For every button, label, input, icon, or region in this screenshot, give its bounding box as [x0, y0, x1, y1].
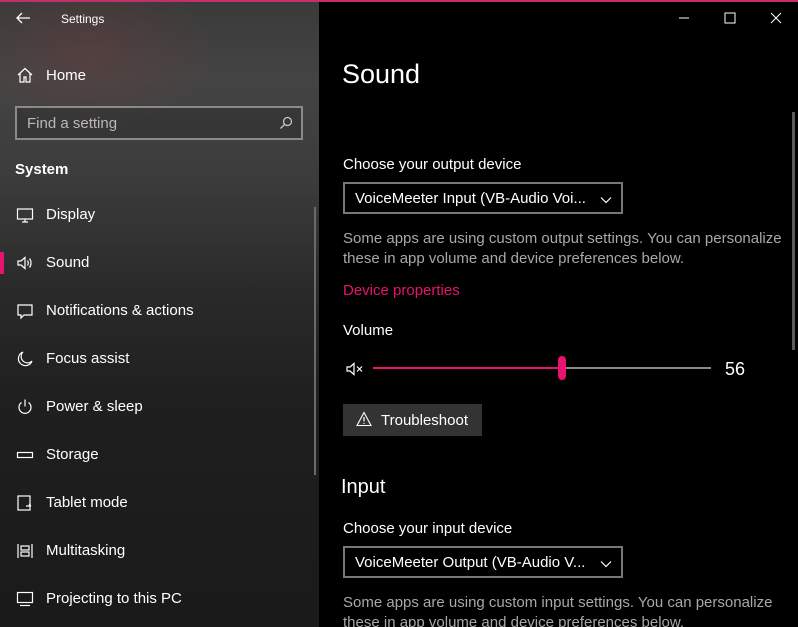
- sidebar-item-label: Sound: [46, 254, 90, 271]
- sidebar-item-label: Multitasking: [46, 542, 126, 559]
- volume-label: Volume: [343, 322, 394, 339]
- multitasking-icon: [16, 542, 34, 560]
- window-accent-border: [0, 0, 798, 2]
- sidebar-item-power-sleep[interactable]: Power & sleep: [0, 387, 319, 427]
- search-icon[interactable]: [279, 116, 293, 130]
- sidebar-item-label: Focus assist: [46, 350, 130, 367]
- minimize-icon[interactable]: [676, 10, 692, 26]
- sidebar-item-label: Display: [46, 206, 96, 223]
- app-title: Settings: [61, 12, 105, 26]
- output-device-dropdown[interactable]: VoiceMeeter Input (VB-Audio Voi...: [343, 182, 623, 214]
- input-device-label: Choose your input device: [343, 520, 513, 537]
- sidebar-item-label: Power & sleep: [46, 398, 143, 415]
- home-label: Home: [46, 67, 87, 84]
- title-bar: Settings: [0, 2, 319, 36]
- chevron-down-icon: [600, 193, 612, 205]
- storage-icon: [16, 446, 34, 464]
- chevron-down-icon: [600, 557, 612, 569]
- close-icon[interactable]: [768, 10, 784, 26]
- troubleshoot-label: Troubleshoot: [381, 412, 468, 429]
- speaker-icon: [16, 254, 34, 272]
- search-input[interactable]: Find a setting: [15, 106, 303, 140]
- device-properties-link[interactable]: Device properties: [343, 282, 460, 299]
- home-icon: [16, 66, 34, 84]
- back-arrow-icon[interactable]: [14, 9, 32, 27]
- output-device-label: Choose your output device: [343, 156, 522, 173]
- output-description: Some apps are using custom output settin…: [343, 230, 782, 267]
- warning-icon: [356, 411, 372, 427]
- volume-slider-fill: [373, 367, 563, 369]
- input-device-value: VoiceMeeter Output (VB-Audio V...: [355, 554, 586, 571]
- moon-icon: [16, 350, 34, 368]
- nav-home[interactable]: Home: [0, 59, 319, 91]
- sidebar-item-label: Notifications & actions: [46, 302, 194, 319]
- input-description: Some apps are using custom input setting…: [343, 594, 773, 627]
- input-section-title: Input: [341, 476, 386, 498]
- output-device-value: VoiceMeeter Input (VB-Audio Voi...: [355, 190, 586, 207]
- sidebar-item-projecting[interactable]: Projecting to this PC: [0, 579, 319, 619]
- troubleshoot-button[interactable]: Troubleshoot: [343, 404, 482, 436]
- sidebar-item-multitasking[interactable]: Multitasking: [0, 531, 319, 571]
- sidebar-item-storage[interactable]: Storage: [0, 435, 319, 475]
- sidebar-item-tablet-mode[interactable]: Tablet mode: [0, 483, 319, 523]
- sidebar-item-notifications[interactable]: Notifications & actions: [0, 291, 319, 331]
- sidebar: Settings Home Find a setting System Disp…: [0, 2, 319, 627]
- section-title-system: System: [15, 161, 69, 178]
- sidebar-item-label: Tablet mode: [46, 494, 128, 511]
- sidebar-item-label: Storage: [46, 446, 99, 463]
- sidebar-item-label: Projecting to this PC: [46, 590, 182, 607]
- monitor-icon: [16, 206, 34, 224]
- input-device-dropdown[interactable]: VoiceMeeter Output (VB-Audio V...: [343, 546, 623, 578]
- tablet-icon: [16, 494, 34, 512]
- search-placeholder: Find a setting: [27, 115, 118, 132]
- sidebar-scrollbar[interactable]: [314, 207, 316, 475]
- maximize-icon[interactable]: [722, 10, 738, 26]
- main-pane: Sound Choose your output device VoiceMee…: [319, 2, 798, 627]
- sidebar-item-sound[interactable]: Sound: [0, 243, 319, 283]
- notification-icon: [16, 302, 34, 320]
- volume-speaker-icon[interactable]: [345, 360, 365, 378]
- selection-indicator: [0, 252, 4, 274]
- page-title: Sound: [342, 59, 421, 89]
- sidebar-item-display[interactable]: Display: [0, 195, 319, 235]
- sidebar-item-focus-assist[interactable]: Focus assist: [0, 339, 319, 379]
- power-icon: [16, 398, 34, 416]
- volume-value: 56: [725, 359, 746, 379]
- projector-icon: [16, 590, 34, 608]
- main-scrollbar[interactable]: [792, 112, 795, 350]
- volume-slider-thumb[interactable]: [558, 356, 567, 380]
